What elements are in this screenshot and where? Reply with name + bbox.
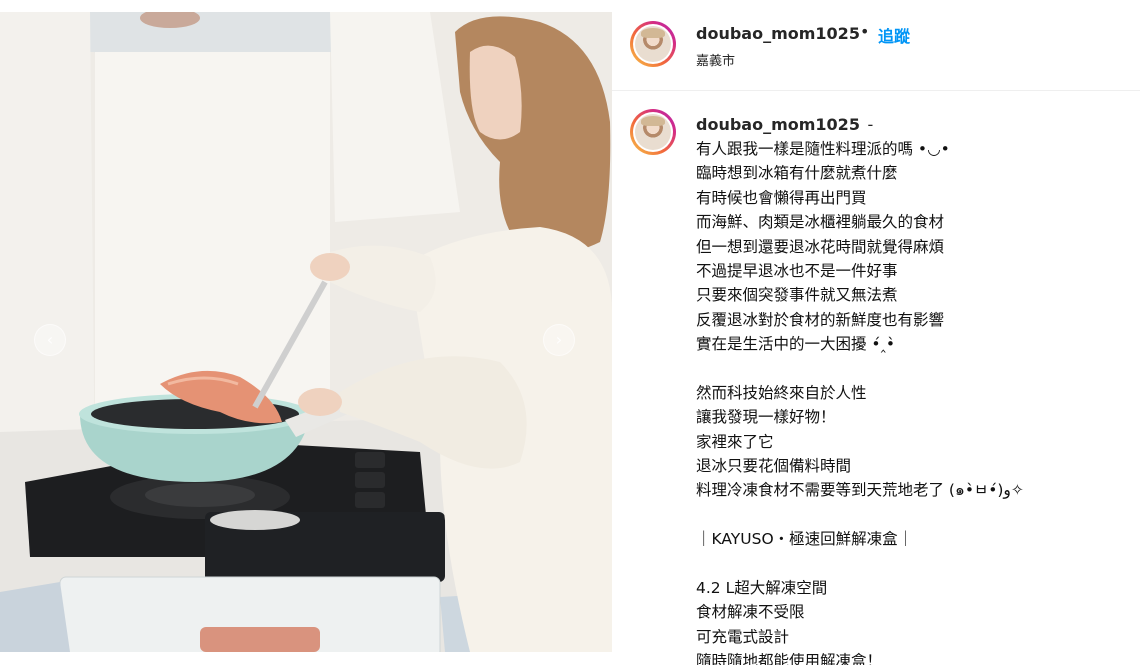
caption-line: 實在是生活中的一大困擾 •́‸•̀	[696, 335, 895, 354]
author-avatar[interactable]	[630, 21, 676, 67]
caption-line: 食材解凍不受限	[696, 603, 805, 622]
caption-line: 退冰只要花個備料時間	[696, 457, 852, 476]
carousel-next-button[interactable]: ›	[543, 324, 575, 356]
caption-author-suffix: -	[867, 115, 874, 134]
caption-author-avatar[interactable]	[630, 109, 676, 155]
caption-line: 料理冷凍食材不需要等到天荒地老了 (๑•̀ㅂ•́)و✧	[696, 481, 1024, 500]
caption-line: 家裡來了它	[696, 432, 774, 451]
caption-line: 隨時隨地都能使用解凍盒！	[696, 652, 883, 665]
caption-line: 而海鮮、肉類是冰櫃裡躺最久的食材	[696, 213, 945, 232]
caption-line: 讓我發現一樣好物！	[696, 408, 836, 427]
author-username-link[interactable]: doubao_mom1025	[696, 24, 860, 43]
photo-illustration	[0, 12, 612, 652]
caption-line: 有人跟我一樣是隨性料理派的嗎 •◡•	[696, 140, 950, 158]
post-caption: doubao_mom1025 - 有人跟我一樣是隨性料理派的嗎 •◡• 臨時想到…	[612, 91, 1140, 665]
caption-line: 只要來個突發事件就又無法煮	[696, 286, 898, 305]
post-header: doubao_mom1025 • 追蹤 嘉義市	[612, 0, 1140, 91]
follow-button[interactable]: 追蹤	[878, 23, 910, 47]
caption-author: doubao_mom1025 -	[696, 115, 873, 134]
avatar-photo	[635, 26, 671, 62]
instagram-post-view: ‹ › doubao_mom1025 • 追蹤 嘉義市 doubao_mom10…	[0, 0, 1140, 665]
avatar-ring-gap	[633, 112, 673, 152]
avatar-ring-gap	[633, 24, 673, 64]
caption-line: 可充電式設計	[696, 627, 790, 646]
location-link[interactable]: 嘉義市	[696, 50, 735, 69]
avatar-photo	[635, 114, 671, 150]
post-photo[interactable]: ‹ ›	[0, 12, 612, 652]
caption-line: 4.2 L超大解凍空間	[696, 579, 828, 598]
caption-line: 反覆退冰對於食材的新鮮度也有影響	[696, 310, 945, 329]
caption-line: 臨時想到冰箱有什麼就煮什麼	[696, 164, 898, 183]
caption-author-username-link[interactable]: doubao_mom1025	[696, 115, 860, 134]
separator-dot: •	[860, 22, 870, 41]
caption-line: 不過提早退冰也不是一件好事	[696, 261, 898, 280]
carousel-prev-button[interactable]: ‹	[34, 324, 66, 356]
caption-text: 有人跟我一樣是隨性料理派的嗎 •◡• 臨時想到冰箱有什麼就煮什麼 有時候也會懶得…	[696, 137, 1136, 665]
caption-line: 但一想到還要退冰花時間就覺得麻煩	[696, 237, 945, 256]
caption-product-heading: ｜KAYUSO・極速回鮮解凍盒｜	[696, 530, 914, 549]
caption-line: 有時候也會懶得再出門買	[696, 188, 867, 207]
caption-line: 然而科技始終來自於人性	[696, 383, 867, 402]
